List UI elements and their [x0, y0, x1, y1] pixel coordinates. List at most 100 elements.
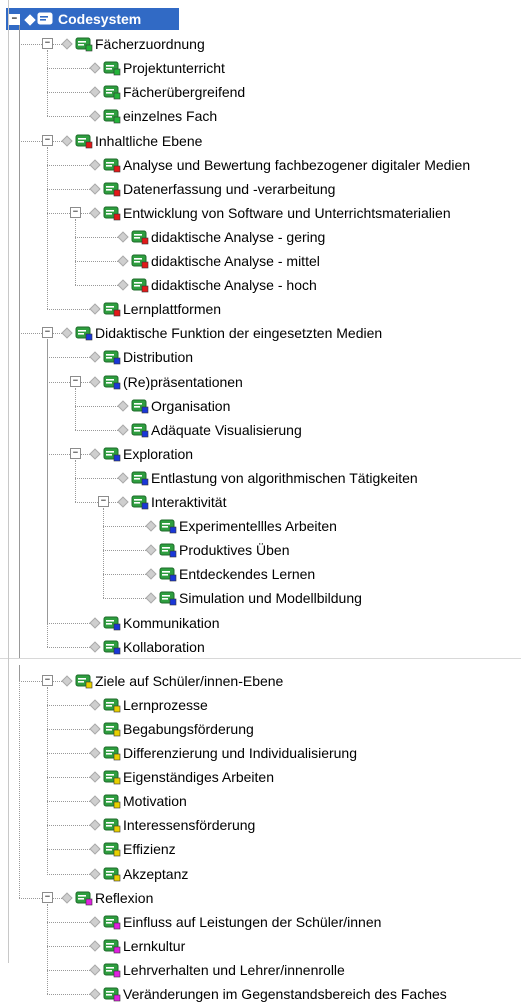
- node-diamond-icon: [89, 988, 101, 1000]
- tree-node[interactable]: Einfluss auf Leistungen der Schüler/inne…: [0, 910, 521, 934]
- tree-node-label: Entlastung von algorithmischen Tätigkeit…: [151, 469, 418, 486]
- tree-node[interactable]: Datenerfassung und -verarbeitung: [0, 177, 521, 201]
- collapse-toggle-icon[interactable]: −: [70, 447, 81, 459]
- tree-node[interactable]: didaktische Analyse - hoch: [0, 273, 521, 297]
- tree-node[interactable]: Simulation und Modellbildung: [0, 586, 521, 610]
- yellow-code-icon: [103, 769, 121, 785]
- tree-node[interactable]: Adäquate Visualisierung: [0, 418, 521, 442]
- tree-node[interactable]: einzelnes Fach: [0, 104, 521, 128]
- collapse-toggle-icon[interactable]: −: [9, 14, 20, 25]
- tree-node-label: Exploration: [123, 445, 194, 462]
- green-code-icon: [103, 84, 121, 100]
- tree-node[interactable]: − Ziele auf Schüler/innen-Ebene: [0, 669, 521, 693]
- red-code-icon: [131, 253, 149, 269]
- tree-node-label: Fächerzuordnung: [95, 36, 205, 53]
- node-diamond-icon: [145, 568, 157, 580]
- collapse-toggle-icon[interactable]: −: [42, 327, 53, 339]
- tree-node-label: Akzeptanz: [123, 865, 189, 882]
- tree-connector: [47, 686, 48, 874]
- tree-root-codesystem[interactable]: − Codesystem: [6, 8, 179, 30]
- tree-node-label: Datenerfassung und -verarbeitung: [123, 180, 336, 197]
- tree-node[interactable]: − Entwicklung von Software und Unterricht…: [0, 201, 521, 225]
- tree-node[interactable]: − (Re)präsentationen: [0, 370, 521, 394]
- node-diamond-icon: [89, 795, 101, 807]
- collapse-toggle-icon[interactable]: −: [70, 375, 81, 387]
- tree-node[interactable]: − Didaktische Funktion der eingesetzten M…: [0, 321, 521, 345]
- tree-node[interactable]: Projektunterricht: [0, 56, 521, 80]
- blue-code-icon: [103, 615, 121, 631]
- node-diamond-icon: [89, 110, 101, 123]
- tree-node-label: Didaktische Funktion der eingesetzten Me…: [95, 325, 383, 342]
- tree-node[interactable]: Motivation: [0, 789, 521, 813]
- collapse-toggle-icon[interactable]: −: [42, 891, 53, 903]
- yellow-code-icon: [103, 697, 121, 713]
- tree-node-label: Experimentellles Arbeiten: [179, 518, 337, 535]
- yellow-code-icon: [103, 817, 121, 833]
- tree-connector: [103, 508, 104, 599]
- node-diamond-icon: [89, 616, 101, 629]
- tree-node[interactable]: Lehrverhalten und Lehrer/innenrolle: [0, 958, 521, 982]
- collapse-toggle-icon[interactable]: −: [42, 134, 53, 146]
- yellow-code-icon: [103, 841, 121, 857]
- collapse-toggle-icon[interactable]: −: [70, 206, 81, 218]
- tree-node[interactable]: Organisation: [0, 394, 521, 418]
- tree-node[interactable]: Interessensförderung: [0, 813, 521, 837]
- tree-node[interactable]: − Reflexion: [0, 886, 521, 910]
- tree-node[interactable]: Effizienz: [0, 837, 521, 861]
- tree-node[interactable]: Lernprozesse: [0, 693, 521, 717]
- tree-node-label: Lernplattformen: [123, 301, 222, 318]
- node-diamond-icon: [117, 472, 129, 484]
- yellow-code-icon: [103, 793, 121, 809]
- tree-node[interactable]: − Fächerzuordnung: [0, 32, 521, 56]
- tree-node[interactable]: Akzeptanz: [0, 862, 521, 886]
- tree-node-label: Interessensförderung: [123, 817, 256, 834]
- tree-node-label: Lernkultur: [123, 937, 186, 954]
- node-diamond-icon: [117, 231, 129, 243]
- tree-node-label: Kommunikation: [123, 614, 220, 631]
- blue-code-icon: [131, 470, 149, 486]
- tree-node[interactable]: Differenzierung und Individualisierung: [0, 741, 521, 765]
- tree-node[interactable]: Lernplattformen: [0, 297, 521, 321]
- tree-node[interactable]: Distribution: [0, 345, 521, 369]
- red-code-icon: [103, 157, 121, 173]
- tree-node-label: Entwicklung von Software und Unterrichts…: [123, 204, 451, 221]
- tree-node[interactable]: Begabungsförderung: [0, 717, 521, 741]
- node-diamond-icon: [89, 940, 101, 952]
- node-diamond-icon: [89, 640, 101, 653]
- tree-node-label: Eigenständiges Arbeiten: [123, 769, 274, 786]
- node-diamond-icon: [89, 747, 101, 759]
- tree-node[interactable]: − Inhaltliche Ebene: [0, 129, 521, 153]
- tree-node[interactable]: Analyse und Bewertung fachbezogener digi…: [0, 153, 521, 177]
- node-diamond-icon: [89, 819, 101, 831]
- tree-node[interactable]: Veränderungen im Gegenstandsbereich des …: [0, 982, 521, 1006]
- tree-node[interactable]: Experimentellles Arbeiten: [0, 514, 521, 538]
- tree-node-label: Adäquate Visualisierung: [151, 421, 302, 438]
- tree-node-label: Effizienz: [123, 841, 176, 858]
- blue-code-icon: [103, 349, 121, 365]
- tree-node[interactable]: didaktische Analyse - mittel: [0, 249, 521, 273]
- node-diamond-icon: [61, 327, 73, 339]
- tree-node[interactable]: Produktives Üben: [0, 538, 521, 562]
- tree-node[interactable]: Entlastung von algorithmischen Tätigkeit…: [0, 466, 521, 490]
- collapse-toggle-icon[interactable]: −: [42, 674, 53, 686]
- tree-node[interactable]: Fächerübergreifend: [0, 80, 521, 104]
- tree-node[interactable]: − Exploration: [0, 442, 521, 466]
- tree-node[interactable]: Eigenständiges Arbeiten: [0, 765, 521, 789]
- tree-node-label: Simulation und Modellbildung: [179, 590, 362, 607]
- node-diamond-icon: [145, 592, 157, 605]
- tree-node[interactable]: Lernkultur: [0, 934, 521, 958]
- node-diamond-icon: [89, 699, 101, 711]
- blue-code-icon: [103, 446, 121, 462]
- blue-code-icon: [131, 398, 149, 414]
- tree-node[interactable]: Kommunikation: [0, 611, 521, 635]
- tree-node[interactable]: − Interaktivität: [0, 490, 521, 514]
- tree-node-label: Einfluss auf Leistungen der Schüler/inne…: [123, 913, 382, 930]
- collapse-toggle-icon[interactable]: −: [98, 496, 109, 507]
- tree-node[interactable]: Kollaboration: [0, 635, 521, 659]
- code-system-icon: [37, 11, 55, 27]
- tree-node[interactable]: didaktische Analyse - gering: [0, 225, 521, 249]
- tree-node[interactable]: Entdeckendes Lernen: [0, 562, 521, 586]
- collapse-toggle-icon[interactable]: −: [42, 38, 53, 50]
- yellow-code-icon: [75, 673, 93, 689]
- node-diamond-icon: [89, 207, 101, 219]
